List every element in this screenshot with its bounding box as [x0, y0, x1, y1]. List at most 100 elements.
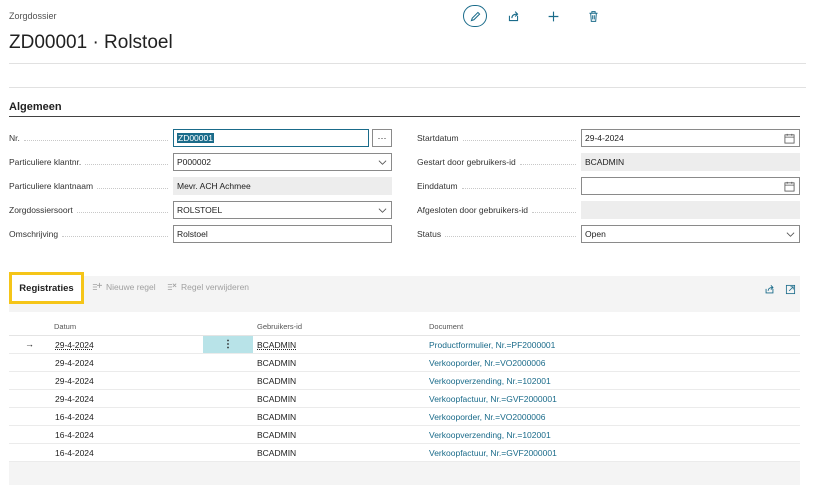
cell-datum[interactable]: 29-4-2024	[55, 340, 94, 350]
einddatum-input[interactable]	[581, 177, 800, 195]
dossiersoort-value: ROLSTOEL	[177, 205, 223, 215]
new-line-label: Nieuwe regel	[106, 282, 156, 292]
new-line-icon	[92, 282, 102, 290]
pencil-icon	[470, 11, 480, 21]
table-row[interactable]: 29-4-2024 BCADMIN Verkoopverzending, Nr.=1…	[9, 372, 800, 390]
registraties-toolbar: Registraties Nieuwe regel Regel verwijde…	[9, 272, 800, 304]
table-row[interactable]: 16-4-2024 BCADMIN Verkooporder, Nr.=VO2000…	[9, 408, 800, 426]
calendar-icon[interactable]	[784, 181, 795, 192]
edit-button[interactable]	[463, 5, 487, 27]
field-row-omschrijving: Omschrijving	[9, 225, 174, 243]
cell-gebruikers-id: BCADMIN	[257, 376, 297, 386]
field-label: Omschrijving	[9, 229, 59, 239]
table-row[interactable]: 29-4-2024 BCADMIN Verkooporder, Nr.=VO2000…	[9, 354, 800, 372]
field-label: Particuliere klantnr.	[9, 157, 82, 167]
table-row[interactable]: 16-4-2024 BCADMIN Verkoopverzending, Nr.=1…	[9, 426, 800, 444]
cell-document-link[interactable]: Productformulier, Nr.=PF2000001	[429, 340, 555, 350]
share-button[interactable]	[501, 5, 525, 27]
share-icon	[508, 10, 518, 21]
page-title: ZD00001 · Rolstoel	[9, 32, 173, 53]
delete-line-button[interactable]: Regel verwijderen	[167, 282, 249, 292]
cell-datum: 16-4-2024	[55, 430, 94, 440]
delete-button[interactable]	[581, 5, 605, 27]
field-label: Nr.	[9, 133, 20, 143]
chevron-down-icon	[378, 160, 387, 165]
chevron-down-icon	[378, 208, 387, 213]
breadcrumb: Zorgdossier	[9, 11, 57, 21]
field-row-klantnr: Particuliere klantnr.	[9, 153, 174, 171]
cell-document-link[interactable]: Verkooporder, Nr.=VO2000006	[429, 358, 546, 368]
cell-datum: 29-4-2024	[55, 376, 94, 386]
column-header-gebruikers-id[interactable]: Gebruikers-id	[257, 322, 302, 331]
field-label: Status	[417, 229, 442, 239]
cell-gebruikers-id: BCADMIN	[257, 448, 297, 458]
field-row-klantnaam: Particuliere klantnaam	[9, 177, 174, 195]
cell-gebruikers-id: BCADMIN	[257, 412, 297, 422]
table-row[interactable]: 16-4-2024 BCADMIN Verkoopfactuur, Nr.=GVF2…	[9, 444, 800, 462]
field-label: Zorgdossiersoort	[9, 205, 73, 215]
cell-datum: 16-4-2024	[55, 448, 94, 458]
cell-gebruikers-id: BCADMIN	[257, 394, 297, 404]
divider	[9, 87, 806, 88]
cell-gebruikers-id: BCADMIN	[257, 430, 297, 440]
new-button[interactable]	[541, 5, 565, 27]
startdatum-input[interactable]: 29-4-2024	[581, 129, 800, 147]
current-row-arrow-icon: →	[25, 339, 34, 349]
field-row-status: Status	[417, 225, 582, 243]
column-header-document[interactable]: Document	[429, 322, 463, 331]
omschrijving-input[interactable]: Rolstoel	[173, 225, 392, 243]
field-row-startdatum: Startdatum	[417, 129, 582, 147]
expand-button[interactable]	[783, 282, 797, 296]
nr-lookup-button[interactable]: ···	[372, 129, 392, 147]
cell-document-link[interactable]: Verkoopverzending, Nr.=102001	[429, 430, 551, 440]
field-label: Gestart door gebruikers-id	[417, 157, 516, 167]
klantnaam-field: Mevr. ACH Achmee	[173, 177, 392, 195]
tab-registraties[interactable]: Registraties	[9, 272, 84, 304]
gestart-door-field: BCADMIN	[581, 153, 800, 171]
field-label: Einddatum	[417, 181, 458, 191]
field-label: Particuliere klantnaam	[9, 181, 94, 191]
registraties-panel: Registraties Nieuwe regel Regel verwijde…	[9, 272, 800, 485]
field-label: Afgesloten door gebruikers-id	[417, 205, 529, 215]
calendar-icon[interactable]	[784, 133, 795, 144]
field-row-nr: Nr.	[9, 129, 174, 147]
grid-header: Datum Gebruikers-id Document	[9, 312, 800, 336]
field-row-dossiersoort: Zorgdossiersoort	[9, 201, 174, 219]
startdatum-value: 29-4-2024	[585, 133, 624, 143]
section-title-algemeen: Algemeen	[9, 101, 62, 113]
trash-icon	[588, 10, 598, 22]
delete-line-label: Regel verwijderen	[181, 282, 250, 292]
nr-input[interactable]: ZD00001	[173, 129, 369, 147]
field-row-afgesloten-door: Afgesloten door gebruikers-id	[417, 201, 582, 219]
table-row[interactable]: → ⋮ 29-4-2024 BCADMIN Productformulier, Nr.=…	[9, 336, 800, 354]
share-list-button[interactable]	[762, 282, 776, 296]
cell-document-link[interactable]: Verkoopfactuur, Nr.=GVF2000001	[429, 448, 557, 458]
klantnr-select[interactable]: P000002	[173, 153, 392, 171]
share-icon	[765, 284, 774, 293]
klantnaam-value: Mevr. ACH Achmee	[177, 181, 251, 191]
dossiersoort-select[interactable]: ROLSTOEL	[173, 201, 392, 219]
column-header-datum[interactable]: Datum	[54, 322, 76, 331]
status-select[interactable]: Open	[581, 225, 800, 243]
status-value: Open	[585, 229, 606, 239]
cell-datum: 29-4-2024	[55, 394, 94, 404]
nr-value: ZD00001	[177, 133, 214, 143]
afgesloten-door-field	[581, 201, 800, 219]
registraties-grid: Datum Gebruikers-id Document → ⋮ 29-4-2024…	[9, 312, 800, 462]
divider	[9, 63, 806, 64]
section-underline	[9, 116, 800, 117]
field-row-gestart-door: Gestart door gebruikers-id	[417, 153, 582, 171]
row-menu-button[interactable]: ⋮	[203, 336, 253, 353]
omschrijving-value: Rolstoel	[177, 229, 208, 239]
field-row-einddatum: Einddatum	[417, 177, 582, 195]
new-line-button[interactable]: Nieuwe regel	[92, 282, 156, 292]
table-row[interactable]: 29-4-2024 BCADMIN Verkoopfactuur, Nr.=GVF2…	[9, 390, 800, 408]
cell-datum: 16-4-2024	[55, 412, 94, 422]
cell-document-link[interactable]: Verkooporder, Nr.=VO2000006	[429, 412, 546, 422]
cell-document-link[interactable]: Verkoopfactuur, Nr.=GVF2000001	[429, 394, 557, 404]
cell-document-link[interactable]: Verkoopverzending, Nr.=102001	[429, 376, 551, 386]
gestart-door-value: BCADMIN	[585, 157, 625, 167]
delete-line-icon	[167, 283, 177, 290]
field-label: Startdatum	[417, 133, 459, 143]
expand-icon	[785, 284, 795, 294]
